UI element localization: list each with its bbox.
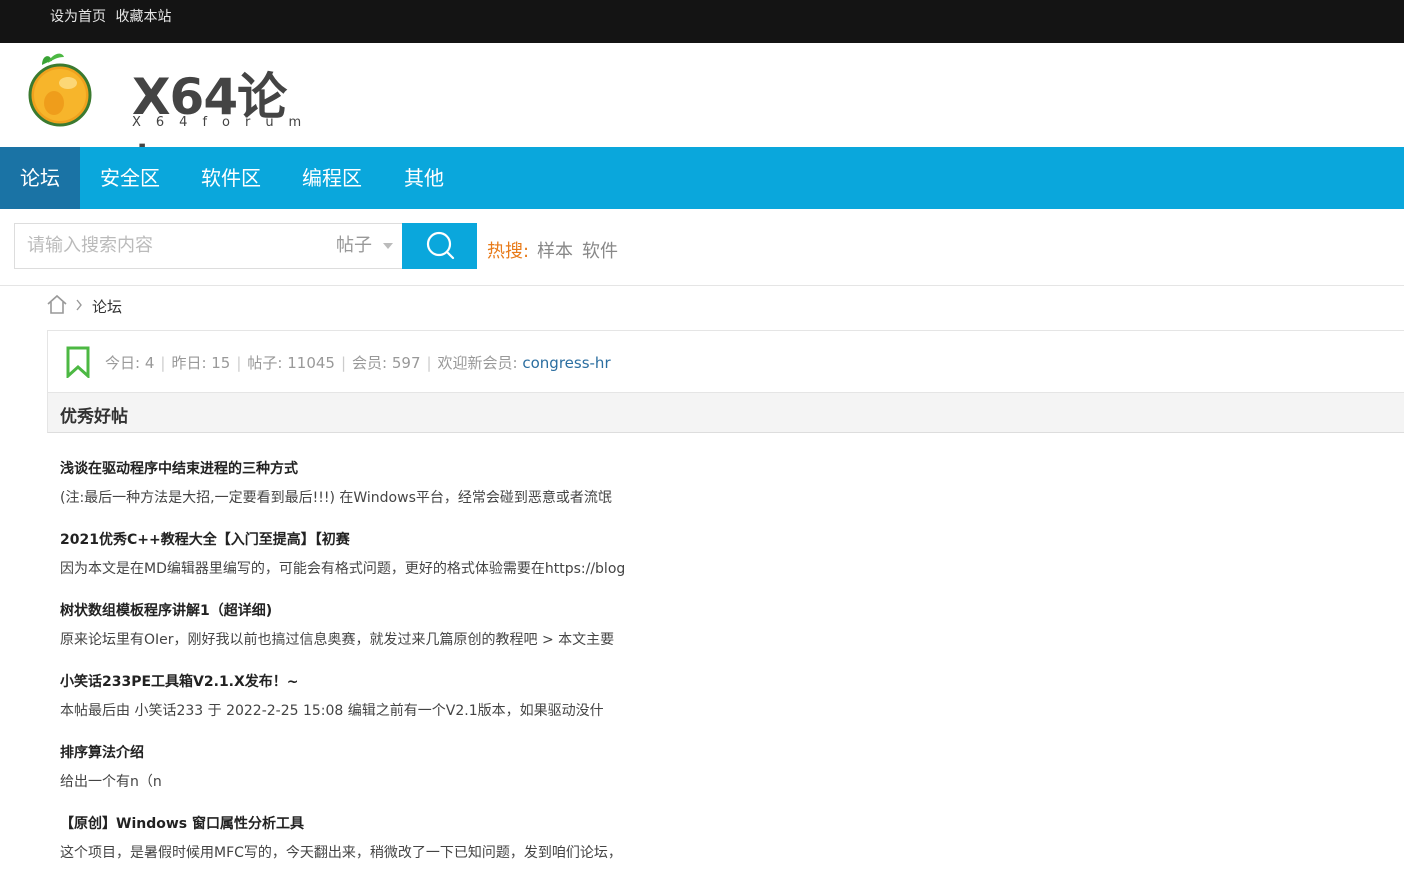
search-bar: 请输入搜索内容 帖子 热搜: 样本 软件 [0, 209, 1404, 286]
nav-item-other[interactable]: 其他 [404, 147, 444, 209]
list-item: 树状数组模板程序讲解1（超详细) 原来论坛里有OIer，刚好我以前也搞过信息奥赛… [60, 600, 1360, 670]
chevron-down-icon [383, 243, 393, 249]
post-desc: (注:最后一种方法是大招,一定要看到最后!!!) 在Windows平台，经常会碰… [60, 490, 612, 506]
post-title[interactable]: 【原创】Windows 窗口属性分析工具 [60, 813, 304, 833]
section-title: 优秀好帖 [60, 407, 128, 427]
list-item: 小笑话233PE工具箱V2.1.X发布！~ 本帖最后由 小笑话233 于 202… [60, 671, 1360, 741]
nav-item-forum[interactable]: 论坛 [0, 147, 80, 209]
search-button[interactable] [402, 223, 477, 269]
set-home-link[interactable]: 设为首页 [50, 9, 106, 25]
post-title[interactable]: 小笑话233PE工具箱V2.1.X发布！~ [60, 671, 299, 691]
stat-members: 会员: 597 [352, 354, 421, 372]
stat-welcome: 欢迎新会员: [437, 354, 523, 372]
stat-today: 今日: 4 [105, 354, 155, 372]
nav-item-security[interactable]: 安全区 [100, 147, 160, 209]
post-title[interactable]: 排序算法介绍 [60, 742, 144, 762]
list-item: 【原创】Windows 窗口属性分析工具 这个项目，是暑假时候用MFC写的，今天… [60, 813, 1360, 883]
list-item: 浅谈在驱动程序中结束进程的三种方式 (注:最后一种方法是大招,一定要看到最后!!… [60, 458, 1360, 528]
post-title[interactable]: 浅谈在驱动程序中结束进程的三种方式 [60, 458, 298, 478]
post-desc: 原来论坛里有OIer，刚好我以前也搞过信息奥赛，就发过来几篇原创的教程吧 > 本… [60, 632, 615, 648]
nav-item-programming[interactable]: 编程区 [302, 147, 362, 209]
post-title[interactable]: 树状数组模板程序讲解1（超详细) [60, 600, 272, 620]
hot-search-item[interactable]: 样本 [537, 237, 573, 263]
search-icon [426, 231, 455, 260]
bookmark-link[interactable]: 收藏本站 [115, 9, 171, 25]
post-desc: 本帖最后由 小笑话233 于 2022-2-25 15:08 编辑之前有一个V2… [60, 703, 604, 719]
post-desc: 这个项目，是暑假时候用MFC写的，今天翻出来，稍微改了一下已知问题，发到咱们论坛… [60, 845, 622, 861]
site-logo[interactable]: X64论坛 X64forum [28, 51, 318, 198]
forum-stats: 今日: 4 | 昨日: 15 | 帖子: 11045 | 会员: 597 | 欢迎新会员: co… [47, 330, 1404, 393]
stat-yesterday: 昨日: 15 [171, 354, 231, 372]
orange-logo-icon [28, 53, 92, 127]
stat-posts: 帖子: 11045 [247, 354, 335, 372]
search-type-select[interactable]: 帖子 [336, 223, 372, 269]
breadcrumb-forum[interactable]: 论坛 [92, 296, 122, 317]
list-item: 2021优秀C++教程大全【入门至提高】【初赛 因为本文是在MD编辑器里编写的，… [60, 529, 1360, 599]
hot-search-label: 热搜: [487, 241, 530, 262]
stats-text: 今日: 4 | 昨日: 15 | 帖子: 11045 | 会员: 597 | 欢迎新会员: co… [105, 354, 611, 372]
list-item: 排序算法介绍 给出一个有n（n [60, 742, 1360, 812]
post-desc: 给出一个有n（n [60, 774, 162, 790]
post-desc: 因为本文是在MD编辑器里编写的，可能会有格式问题，更好的格式体验需要在https… [60, 561, 626, 577]
top-bar: 设为首页 收藏本站 [0, 0, 1404, 43]
logo-subtitle: X64forum [132, 115, 317, 130]
post-title[interactable]: 2021优秀C++教程大全【入门至提高】【初赛 [60, 529, 350, 549]
home-icon[interactable] [46, 293, 90, 317]
section-header: 优秀好帖 [47, 393, 1404, 433]
new-member-link[interactable]: congress-hr [522, 354, 610, 372]
bookmark-icon [66, 346, 90, 378]
main-nav: 论坛 安全区 软件区 编程区 其他 [0, 147, 1404, 209]
site-header: X64论坛 X64forum [0, 43, 1404, 198]
top-links: 设为首页 收藏本站 [50, 6, 176, 26]
nav-item-software[interactable]: 软件区 [201, 147, 261, 209]
hot-search-item[interactable]: 软件 [582, 237, 618, 263]
